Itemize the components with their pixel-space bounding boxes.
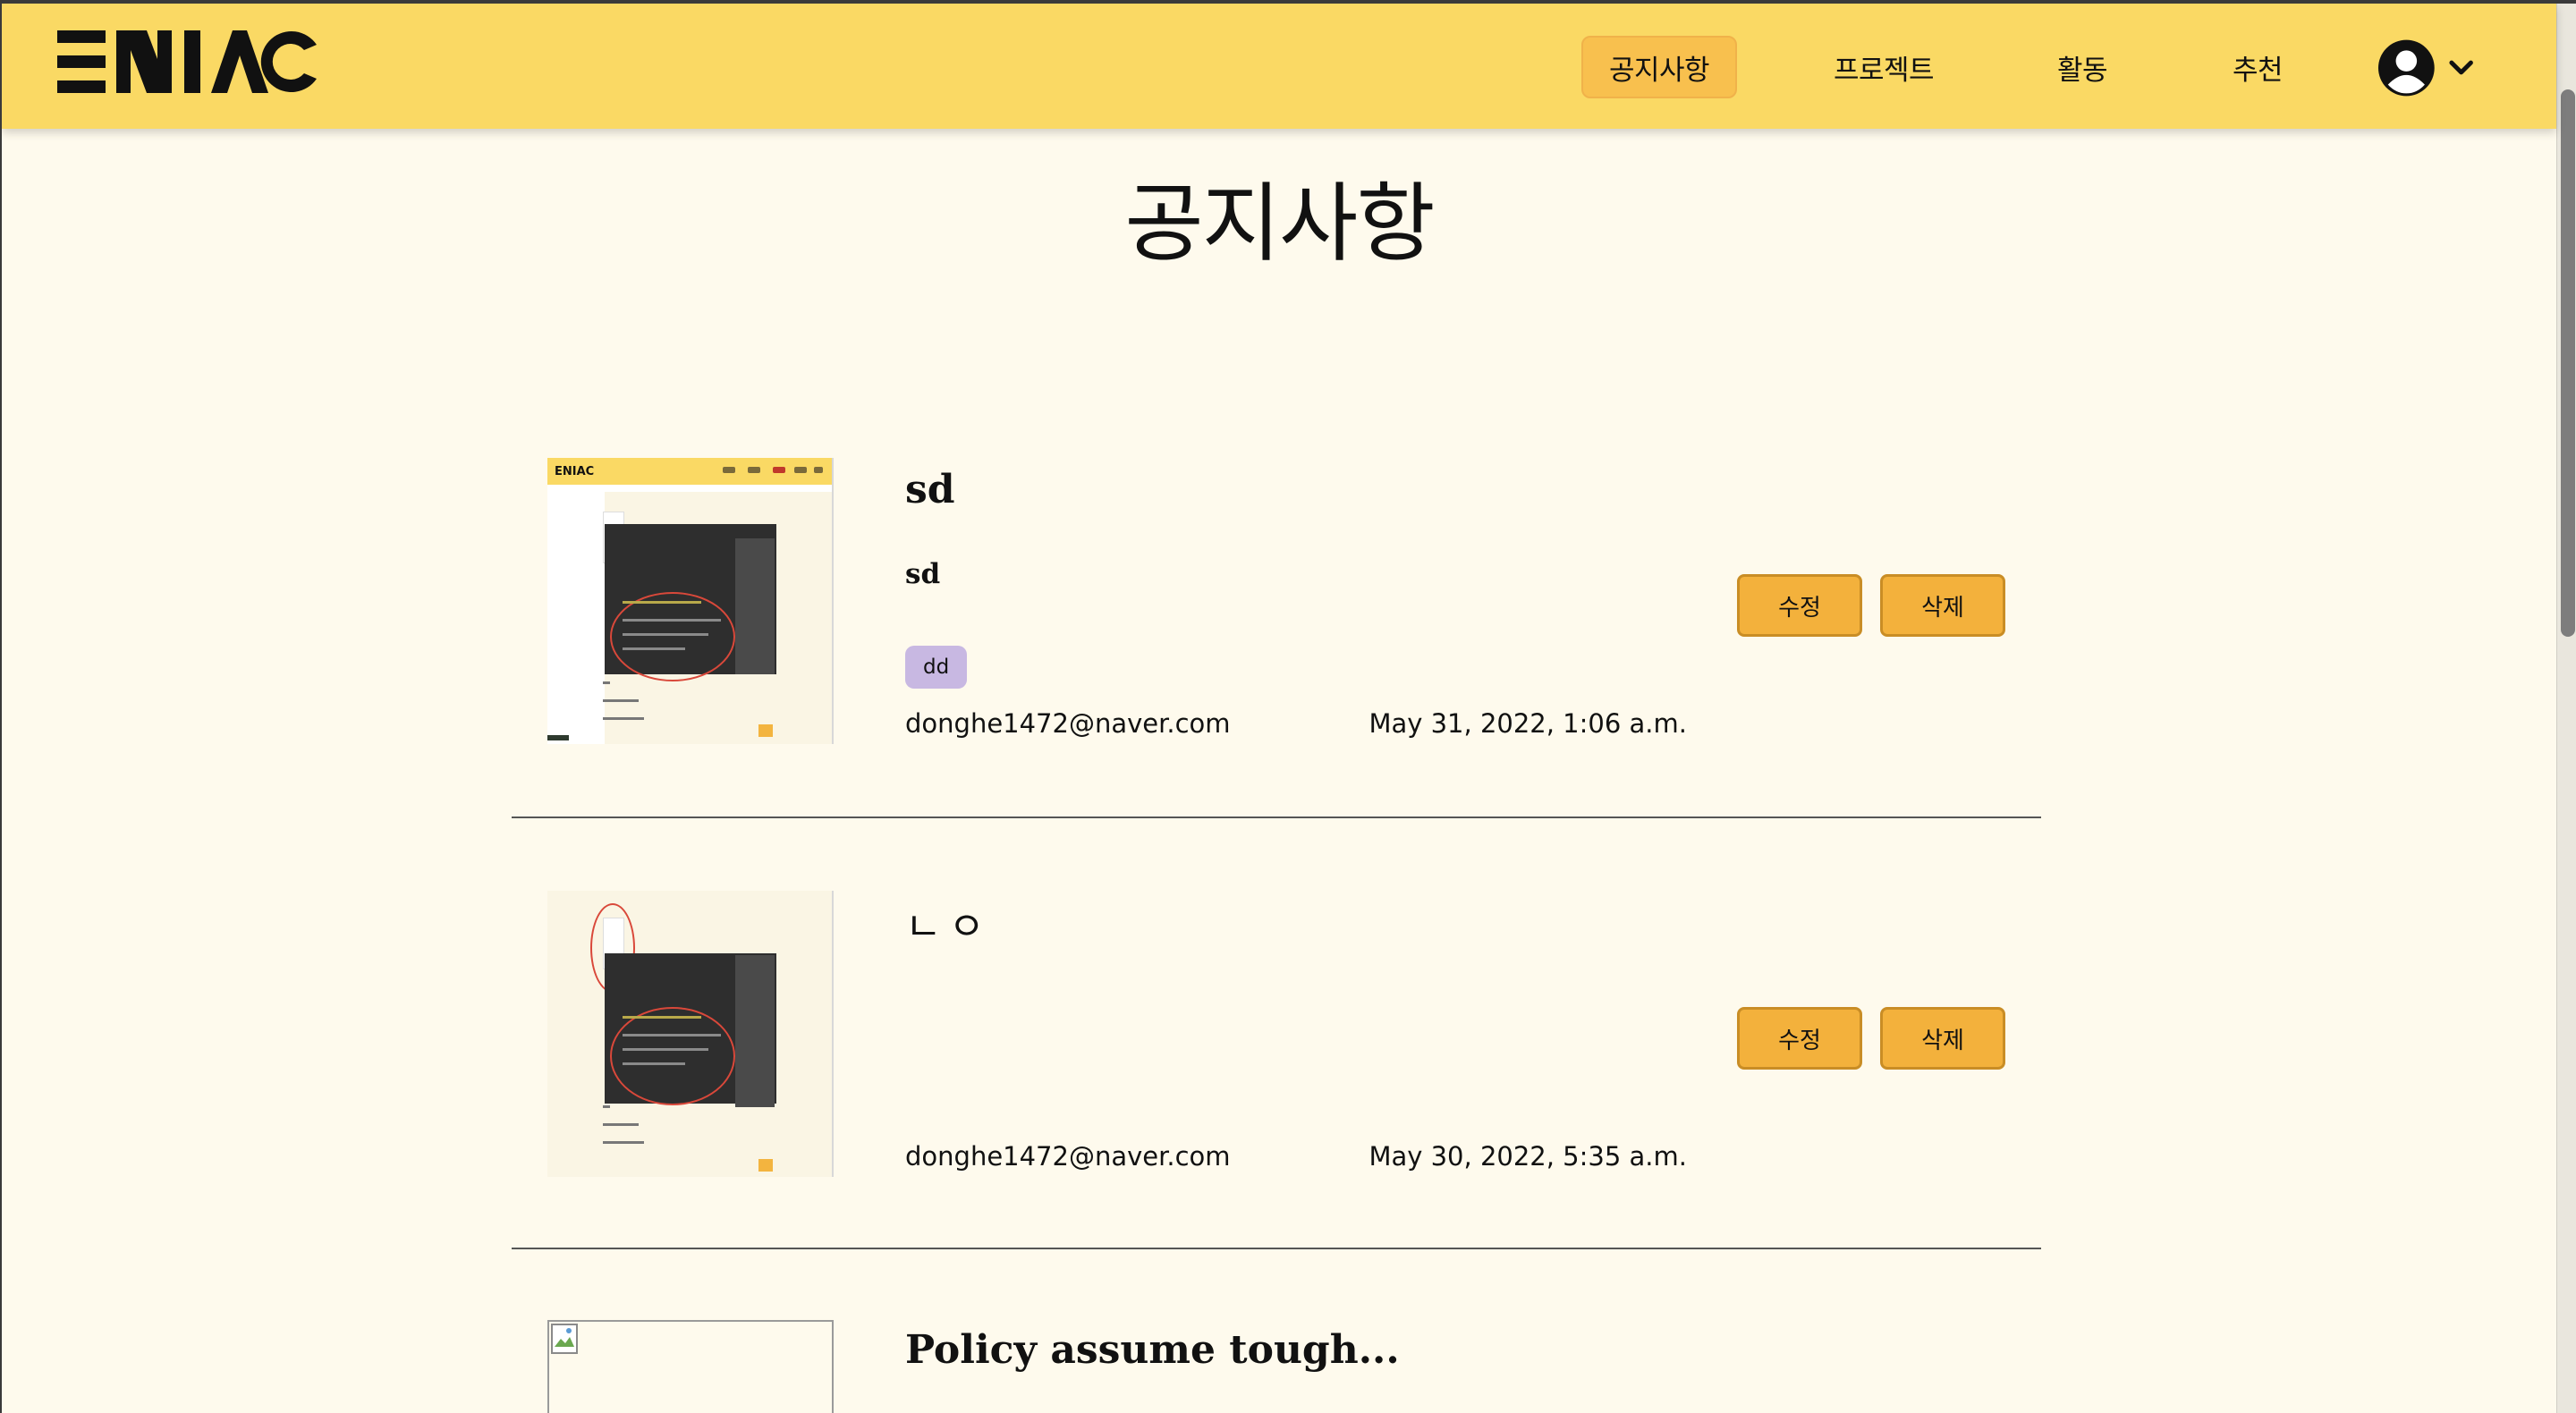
page-title: 공지사항 xyxy=(1124,173,1435,274)
chevron-down-icon xyxy=(2449,60,2473,75)
post-author: donghe1472@naver.com xyxy=(905,708,1231,739)
scrollbar-thumb[interactable] xyxy=(2561,89,2575,637)
nav-projects[interactable]: 프로젝트 xyxy=(1818,36,1950,98)
post-tag[interactable]: dd xyxy=(905,646,968,689)
nav-recommendations[interactable]: 추천 xyxy=(2213,36,2302,98)
user-menu[interactable] xyxy=(2377,38,2476,98)
nav-notices[interactable]: 공지사항 xyxy=(1581,36,1737,98)
post-title[interactable]: ㄴㅇ xyxy=(905,894,992,952)
post-thumbnail[interactable]: ENIAC xyxy=(547,458,834,744)
eniac-logo[interactable] xyxy=(57,29,318,95)
post-date: May 31, 2022, 1:06 a.m. xyxy=(1368,708,1687,739)
edit-button[interactable]: 수정 xyxy=(1737,574,1862,637)
post-title[interactable]: sd xyxy=(905,467,955,512)
post-item[interactable]: ㄴㅇ donghe1472@naver.com May 30, 2022, 5:… xyxy=(512,884,2041,1250)
post-item[interactable]: Policy assume tough... xyxy=(512,1318,2041,1413)
delete-button[interactable]: 삭제 xyxy=(1880,1007,2005,1070)
broken-image-icon xyxy=(551,1324,578,1354)
browser-window: 공지사항 프로젝트 활동 추천 공지사항 ENIAC sd sd dd dong… xyxy=(0,0,2576,1413)
page-scrollbar[interactable] xyxy=(2556,4,2576,1413)
site-header: 공지사항 프로젝트 활동 추천 xyxy=(2,4,2556,129)
post-title[interactable]: Policy assume tough... xyxy=(905,1327,1400,1373)
delete-button[interactable]: 삭제 xyxy=(1880,574,2005,637)
post-item[interactable]: ENIAC sd sd dd donghe1472@naver.com May … xyxy=(512,451,2041,817)
post-date: May 30, 2022, 5:35 a.m. xyxy=(1368,1141,1687,1172)
post-body: sd xyxy=(905,558,941,590)
post-thumbnail[interactable] xyxy=(547,891,834,1177)
nav-activities[interactable]: 활동 xyxy=(2038,36,2127,98)
divider xyxy=(512,816,2041,818)
post-author: donghe1472@naver.com xyxy=(905,1141,1231,1172)
edit-button[interactable]: 수정 xyxy=(1737,1007,1862,1070)
divider xyxy=(512,1248,2041,1249)
post-thumbnail[interactable] xyxy=(547,1320,834,1413)
user-circle-icon xyxy=(2377,39,2435,97)
